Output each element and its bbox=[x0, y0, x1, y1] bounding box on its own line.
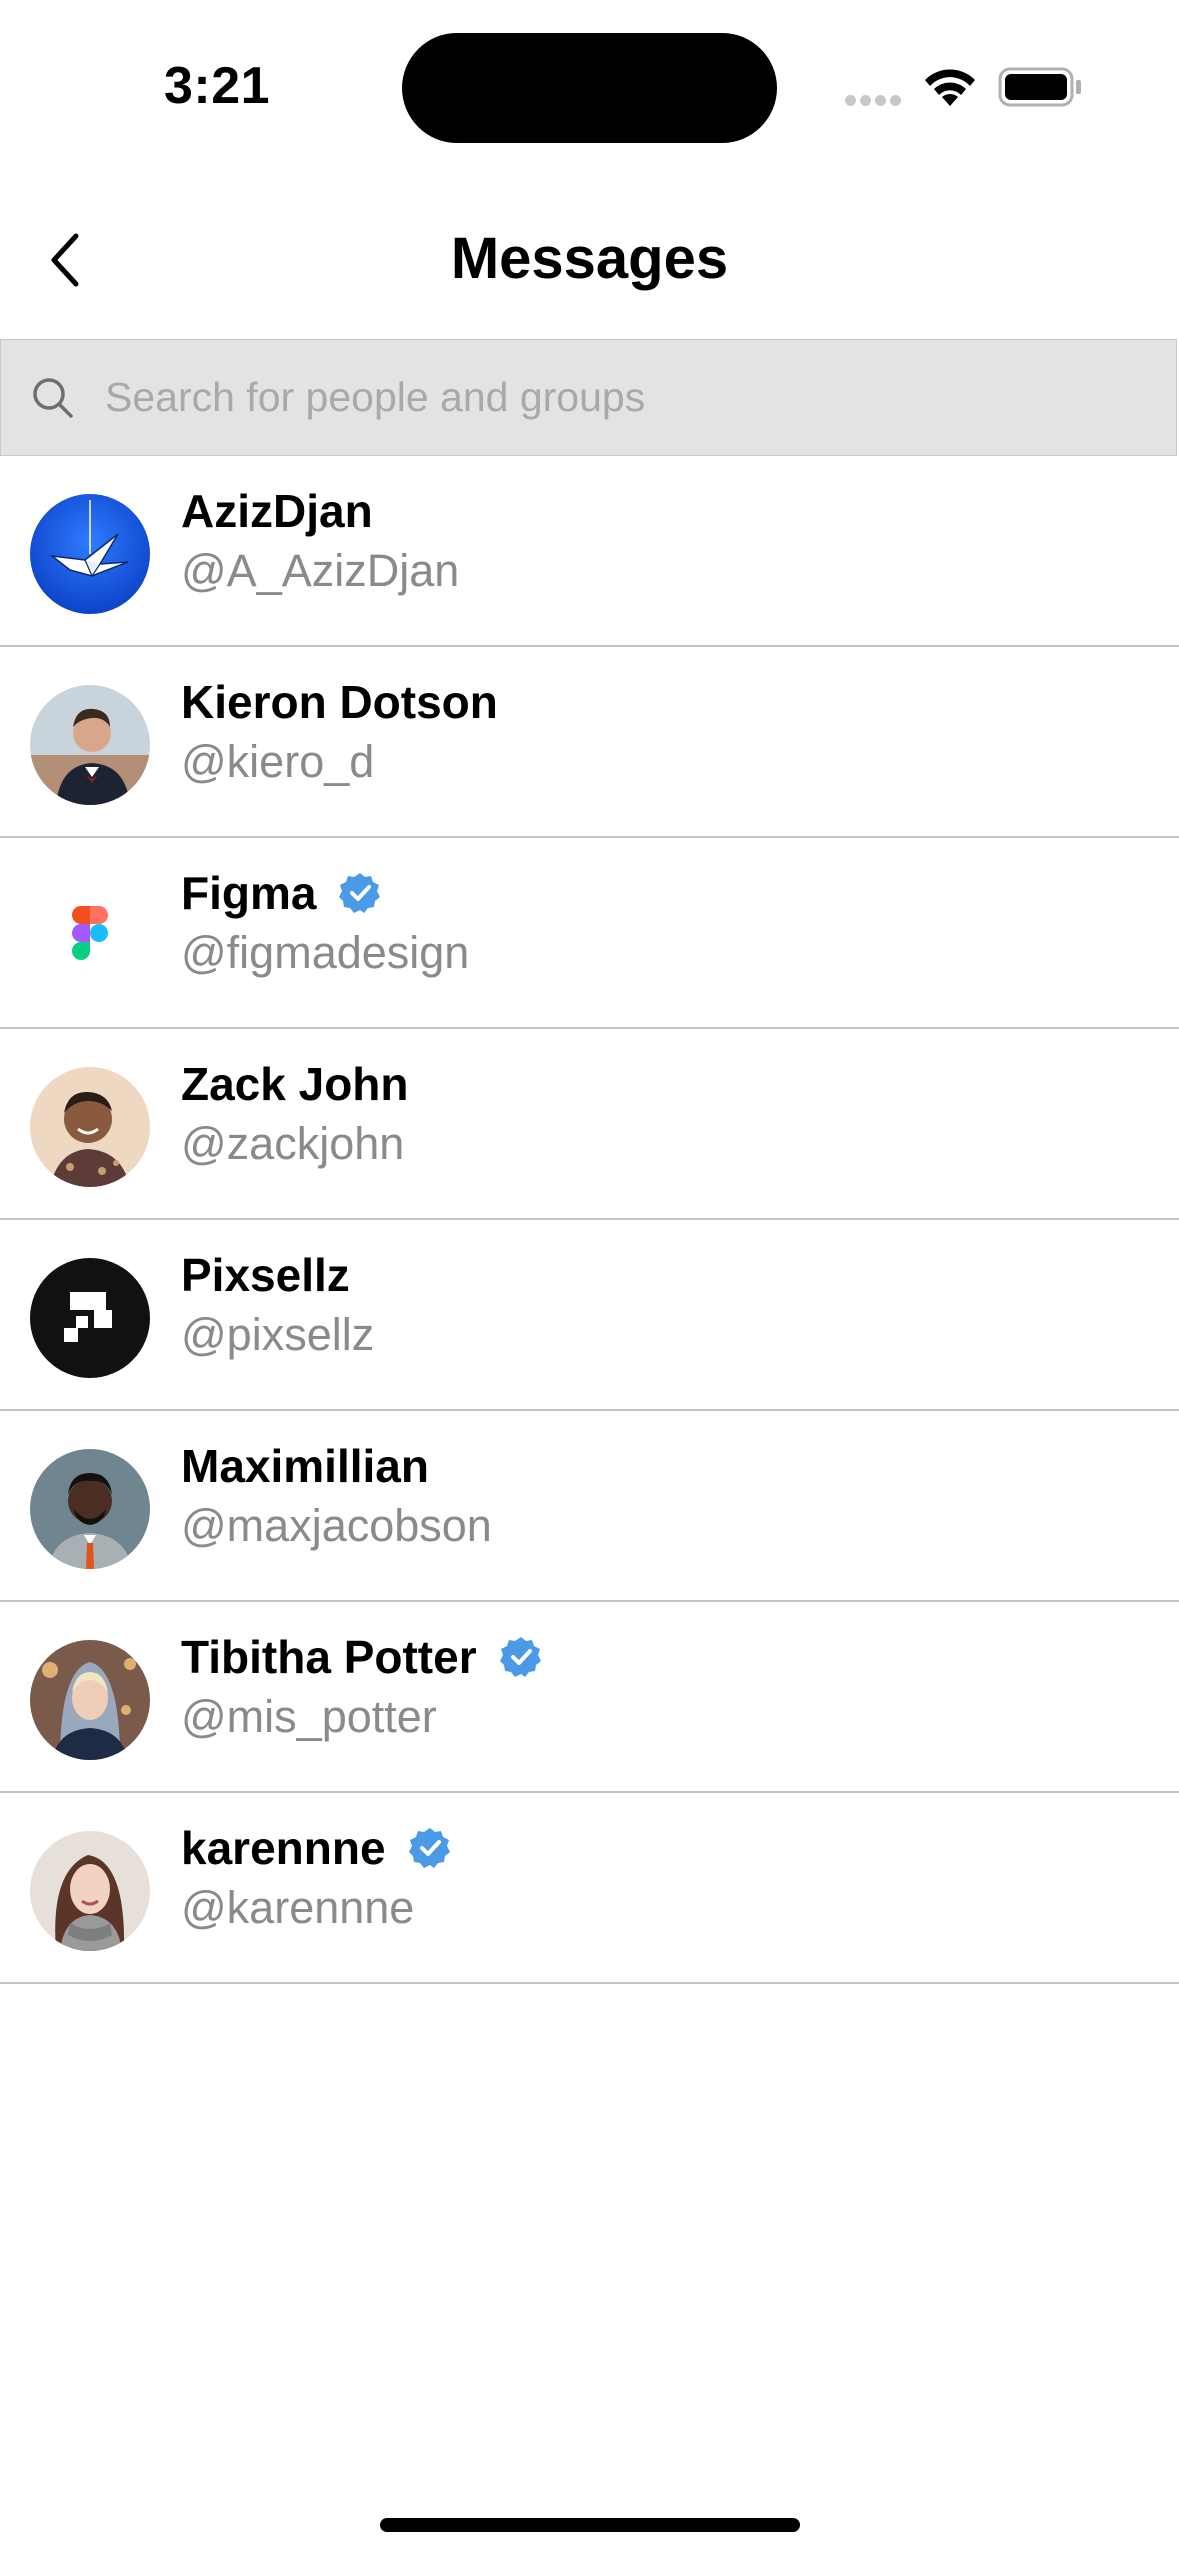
avatar bbox=[30, 1640, 150, 1760]
search-input[interactable] bbox=[103, 373, 1176, 422]
person-photo-icon bbox=[30, 1831, 150, 1951]
avatar bbox=[30, 685, 150, 805]
contact-handle: @A_AzizDjan bbox=[181, 545, 460, 596]
contact-name: Kieron Dotson bbox=[181, 676, 498, 728]
person-photo-icon bbox=[30, 1067, 150, 1187]
contact-row[interactable]: Maximillian @maxjacobson bbox=[0, 1411, 1179, 1602]
avatar bbox=[30, 1449, 150, 1569]
contact-name: Zack John bbox=[181, 1058, 409, 1110]
contact-name: karennne bbox=[181, 1822, 386, 1874]
page-title: Messages bbox=[450, 226, 729, 291]
paper-crane-logo-icon bbox=[30, 494, 150, 614]
search-icon bbox=[33, 377, 73, 418]
person-photo-icon bbox=[30, 1449, 150, 1569]
contact-handle: @pixsellz bbox=[181, 1309, 375, 1360]
avatar bbox=[30, 876, 150, 996]
avatar bbox=[30, 1258, 150, 1378]
contact-name: Pixsellz bbox=[181, 1249, 350, 1301]
status-time: 3:21 bbox=[164, 57, 271, 115]
figma-logo-icon bbox=[30, 876, 150, 996]
contact-handle: @mis_potter bbox=[181, 1691, 437, 1742]
status-bar: 3:21 bbox=[0, 0, 1179, 170]
avatar bbox=[30, 494, 150, 614]
pixsellz-logo-icon bbox=[30, 1258, 150, 1378]
cellular-signal-icon bbox=[845, 93, 905, 111]
nav-header: Messages bbox=[0, 190, 1179, 340]
verified-badge-icon bbox=[339, 873, 381, 913]
avatar bbox=[30, 1831, 150, 1951]
contact-name: Maximillian bbox=[181, 1440, 429, 1492]
verified-badge-icon bbox=[499, 1637, 541, 1677]
contact-row[interactable]: Pixsellz @pixsellz bbox=[0, 1220, 1179, 1411]
contact-list: AzizDjan @A_AzizDjan Kieron Dotson @kier… bbox=[0, 456, 1179, 1984]
contact-row[interactable]: Kieron Dotson @kiero_d bbox=[0, 647, 1179, 838]
search-bar[interactable] bbox=[0, 339, 1177, 456]
contact-row[interactable]: Figma @figmadesign bbox=[0, 838, 1179, 1029]
contact-row[interactable]: karennne @karennne bbox=[0, 1793, 1179, 1984]
contact-name: Figma bbox=[181, 867, 317, 919]
person-photo-icon bbox=[30, 685, 150, 805]
contact-handle: @kiero_d bbox=[181, 736, 375, 787]
home-indicator[interactable] bbox=[380, 2518, 800, 2532]
avatar bbox=[30, 1067, 150, 1187]
contact-handle: @karennne bbox=[181, 1882, 415, 1933]
verified-badge-icon bbox=[408, 1828, 450, 1868]
contact-handle: @figmadesign bbox=[181, 927, 470, 978]
contact-name: Tibitha Potter bbox=[181, 1631, 477, 1683]
contact-handle: @maxjacobson bbox=[181, 1500, 492, 1551]
contact-name: AzizDjan bbox=[181, 485, 373, 537]
dynamic-island bbox=[402, 33, 777, 143]
contact-row[interactable]: Zack John @zackjohn bbox=[0, 1029, 1179, 1220]
person-photo-icon bbox=[30, 1640, 150, 1760]
contact-row[interactable]: Tibitha Potter @mis_potter bbox=[0, 1602, 1179, 1793]
contact-handle: @zackjohn bbox=[181, 1118, 405, 1169]
wifi-icon bbox=[925, 69, 975, 106]
battery-icon bbox=[998, 67, 1081, 107]
contact-row[interactable]: AzizDjan @A_AzizDjan bbox=[0, 456, 1179, 647]
